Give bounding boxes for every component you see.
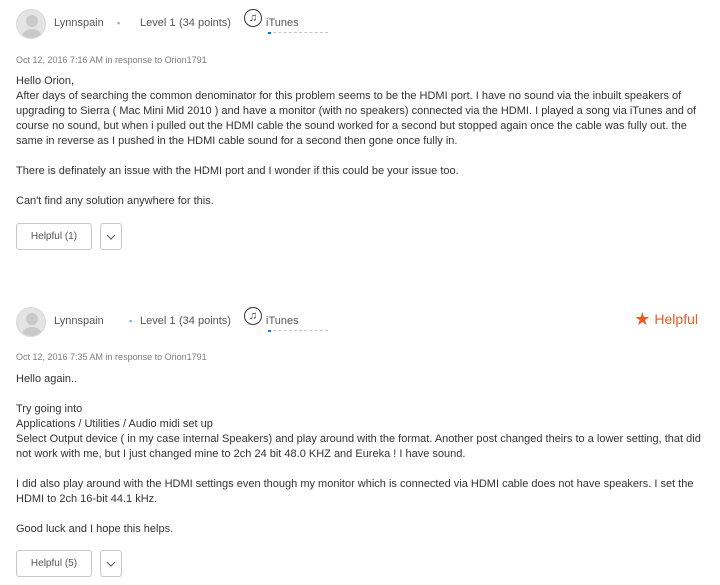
chevron-down-icon [106, 561, 116, 567]
post-meta: Oct 12, 2016 7:16 AM in response to Orio… [16, 55, 207, 65]
music-note-icon: ♫ [244, 307, 262, 325]
level-progress-fill [268, 32, 271, 34]
helpful-button[interactable]: Helpful (5) [16, 550, 92, 577]
community-link[interactable]: iTunes [266, 315, 299, 327]
post-header: Lynnspain ▪ Level 1 (34 points) ♫ iTunes… [16, 307, 706, 339]
post-body: Hello Orion, After days of searching the… [16, 74, 706, 209]
star-icon: ★ [634, 309, 651, 329]
user-level: Level 1 [140, 17, 176, 29]
post-paragraph: Hello again.. [16, 373, 78, 385]
post-paragraph: Select Output device ( in my case intern… [16, 433, 701, 460]
separator-dot: ▪ [117, 18, 121, 28]
helpful-label: Helpful [654, 311, 698, 327]
community-link[interactable]: iTunes [266, 17, 299, 29]
post-header: Lynnspain ▪ Level 1 (34 points) ♫ iTunes [16, 9, 706, 41]
post-paragraph: There is definately an issue with the HD… [16, 165, 459, 177]
post-paragraph: Can't find any solution anywhere for thi… [16, 195, 214, 207]
post-body: Hello again.. Try going into Application… [16, 372, 706, 537]
user-level: Level 1 [140, 315, 176, 327]
post-paragraph: Hello Orion, [16, 75, 75, 87]
separator-dot: ▪ [129, 316, 133, 326]
user-points: (34 points) [179, 315, 231, 327]
username-link[interactable]: Lynnspain [54, 315, 104, 327]
music-note-icon: ♫ [244, 9, 262, 27]
level-progress-fill [268, 330, 271, 332]
chevron-down-icon [106, 234, 116, 240]
post-paragraph: Applications / Utilities / Audio midi se… [16, 418, 213, 430]
level-progress-bar [268, 32, 328, 35]
post-paragraph: Good luck and I hope this helps. [16, 523, 174, 535]
username-link[interactable]: Lynnspain [54, 17, 104, 29]
level-progress-bar [268, 330, 328, 333]
user-points: (34 points) [179, 17, 231, 29]
helpful-marker: ★ Helpful [634, 310, 698, 328]
avatar[interactable] [16, 9, 46, 39]
post-meta: Oct 12, 2016 7:35 AM in response to Orio… [16, 352, 207, 362]
more-options-button[interactable] [100, 550, 122, 577]
post-paragraph: I did also play around with the HDMI set… [16, 478, 694, 505]
avatar[interactable] [16, 307, 46, 337]
post-paragraph: After days of searching the common denom… [16, 90, 697, 147]
more-options-button[interactable] [100, 223, 122, 250]
helpful-button[interactable]: Helpful (1) [16, 223, 92, 250]
post-paragraph: Try going into [16, 403, 83, 415]
